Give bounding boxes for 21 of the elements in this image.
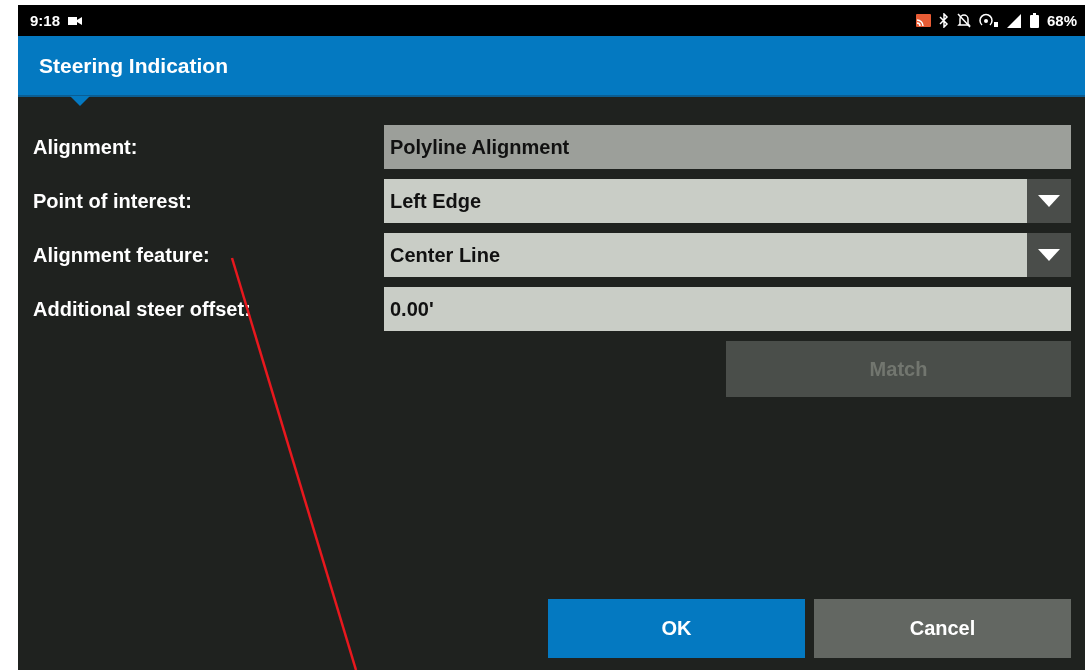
- dropdown-arrow-icon: [1038, 195, 1060, 207]
- bluetooth-icon: [938, 13, 949, 28]
- video-camera-icon: [68, 15, 83, 26]
- field-label: Alignment feature:: [33, 243, 211, 267]
- input-field[interactable]: 0.00': [384, 287, 1071, 331]
- signal-icon: [1006, 13, 1022, 28]
- ok-button[interactable]: OK: [548, 599, 805, 658]
- battery-percentage: 68%: [1046, 12, 1077, 29]
- field-label: Point of interest:: [33, 189, 193, 213]
- dialog-title: Steering Indication: [39, 53, 229, 78]
- dropdown-field[interactable]: Left Edge: [384, 179, 1071, 223]
- field-label: Alignment:: [33, 135, 139, 159]
- dropdown-field[interactable]: Center Line: [384, 233, 1071, 277]
- cancel-button[interactable]: Cancel: [814, 599, 1071, 658]
- dropdown-arrow-icon: [1038, 249, 1060, 261]
- cast-icon: [915, 14, 931, 27]
- muted-bell-icon: [956, 13, 971, 28]
- hotspot-icon: [978, 13, 999, 28]
- battery-icon: [1029, 13, 1039, 28]
- readonly-field: Polyline Alignment: [384, 125, 1071, 169]
- status-time: 9:18: [30, 12, 61, 29]
